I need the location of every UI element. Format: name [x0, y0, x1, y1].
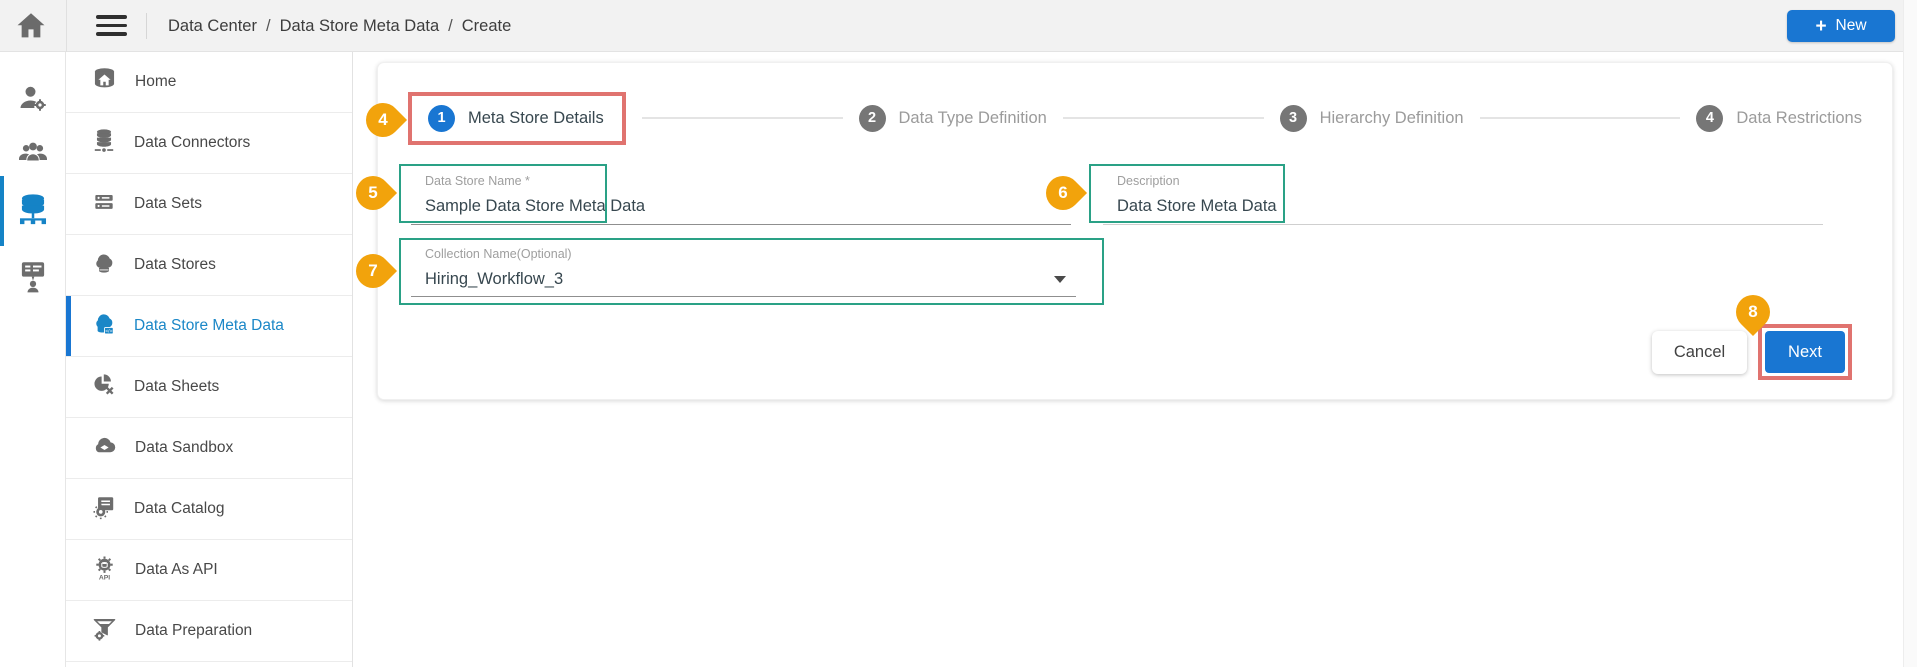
sidebar-item-data-preparation[interactable]: Data Preparation — [66, 601, 352, 662]
annotation-badge-8: 8 — [1728, 287, 1778, 337]
cloud-icon — [91, 433, 118, 464]
svg-text:API: API — [99, 574, 110, 581]
step-number-badge: 1 — [428, 104, 455, 132]
sidebar-nav: Home Data Connectors Data Sets Data Stor… — [66, 52, 353, 667]
sidebar-item-label: Data Sets — [134, 195, 203, 212]
step-label: Data Type Definition — [898, 108, 1047, 127]
step-label: Meta Store Details — [468, 108, 604, 127]
plus-icon: + — [1815, 15, 1827, 37]
training-board-icon[interactable] — [0, 248, 66, 304]
sidebar-item-data-catalog[interactable]: Data Catalog — [66, 479, 352, 540]
breadcrumb: Data Center / Data Store Meta Data / Cre… — [168, 0, 511, 52]
funnel-gear-icon — [91, 615, 118, 647]
user-groups-icon[interactable] — [0, 124, 66, 180]
cancel-button[interactable]: Cancel — [1652, 331, 1747, 374]
catalog-gear-icon — [91, 494, 117, 525]
collection-name-select[interactable]: Hiring_Workflow_3 — [425, 270, 563, 289]
description-underline — [1103, 224, 1823, 225]
step-hierarchy-definition[interactable]: 3 Hierarchy Definition — [1279, 104, 1464, 132]
description-label: Description — [1117, 174, 1180, 188]
sidebar-item-data-connectors[interactable]: Data Connectors — [66, 113, 352, 174]
sidebar-item-data-stores[interactable]: Data Stores — [66, 235, 352, 296]
sidebar-item-data-sandbox[interactable]: Data Sandbox — [66, 418, 352, 479]
cloud-database-code-icon: </> — [91, 311, 117, 342]
annotation-badge-4: 4 — [358, 95, 408, 145]
sidebar-item-data-sheets[interactable]: Data Sheets — [66, 357, 352, 418]
step-label: Hierarchy Definition — [1319, 108, 1464, 127]
app-window: Data Center / Data Store Meta Data / Cre… — [0, 0, 1917, 667]
new-button[interactable]: + New — [1787, 10, 1895, 42]
step-number-badge: 3 — [1279, 104, 1307, 132]
sidebar-item-label: Data As API — [135, 561, 218, 578]
data-store-name-underline — [411, 224, 1071, 225]
data-store-name-input[interactable]: Sample Data Store Meta Data — [425, 197, 645, 216]
step-data-restrictions[interactable]: 4 Data Restrictions — [1696, 104, 1862, 132]
sidebar-item-label: Home — [135, 73, 177, 90]
home-database-icon — [91, 66, 118, 98]
sidebar-item-label: Data Catalog — [134, 500, 225, 517]
breadcrumb-separator: / — [448, 16, 453, 35]
top-bar: Data Center / Data Store Meta Data / Cre… — [0, 0, 1917, 52]
sidebar-item-label: Data Store Meta Data — [134, 317, 284, 334]
user-settings-icon[interactable] — [0, 70, 66, 126]
annotation-box-step-1: 1 Meta Store Details — [408, 91, 626, 145]
server-stack-icon — [91, 189, 117, 220]
home-icon[interactable] — [13, 9, 53, 43]
breadcrumb-item-create: Create — [461, 16, 512, 35]
create-meta-store-card: 1 Meta Store Details 2 Data Type Definit… — [348, 62, 1893, 400]
breadcrumb-separator: / — [265, 16, 271, 35]
topbar-divider — [66, 0, 67, 52]
annotation-badge-5: 5 — [348, 168, 398, 218]
scrollbar-track[interactable] — [1903, 0, 1917, 667]
annotation-badge-7: 7 — [348, 246, 398, 296]
sidebar-item-home[interactable]: Home — [66, 52, 352, 113]
main-content: 1 Meta Store Details 2 Data Type Definit… — [348, 52, 1917, 667]
sidebar-item-data-as-api[interactable]: API Data As API — [66, 540, 352, 601]
sidebar-item-data-store-meta-data[interactable]: </> Data Store Meta Data — [66, 296, 352, 357]
sidebar-item-label: Data Stores — [134, 256, 216, 273]
new-button-label: New — [1835, 17, 1867, 34]
dropdown-caret-icon[interactable] — [1054, 276, 1066, 283]
next-button[interactable]: Next — [1765, 331, 1845, 373]
api-gear-icon: API — [91, 554, 118, 586]
breadcrumb-item-data-store-meta-data[interactable]: Data Store Meta Data — [280, 17, 440, 36]
step-data-type-definition[interactable]: 2 Data Type Definition — [858, 104, 1047, 132]
icon-rail — [0, 52, 66, 667]
sidebar-item-data-sets[interactable]: Data Sets — [66, 174, 352, 235]
sidebar-item-label: Data Connectors — [134, 134, 251, 151]
wizard-stepper: 1 Meta Store Details 2 Data Type Definit… — [408, 85, 1862, 151]
collection-name-underline — [411, 296, 1076, 297]
step-meta-store-details[interactable]: 1 Meta Store Details — [428, 104, 604, 132]
collection-name-label: Collection Name(Optional) — [425, 247, 572, 261]
cloud-database-icon — [91, 250, 117, 281]
database-network-icon — [91, 127, 117, 159]
menu-hamburger-icon[interactable] — [96, 15, 127, 37]
step-label: Data Restrictions — [1736, 108, 1862, 127]
description-input[interactable]: Data Store Meta Data — [1117, 197, 1277, 216]
stepper-connector — [1062, 117, 1264, 119]
stepper-connector — [641, 117, 843, 119]
breadcrumb-divider — [146, 13, 147, 39]
svg-text:</>: </> — [105, 328, 112, 334]
step-number-badge: 4 — [1696, 104, 1724, 132]
sidebar-item-label: Data Preparation — [135, 622, 253, 639]
data-center-server-icon[interactable] — [0, 182, 66, 238]
stepper-connector — [1479, 117, 1681, 119]
breadcrumb-item-data-center[interactable]: Data Center — [168, 17, 257, 36]
step-number-badge: 2 — [858, 104, 886, 132]
data-store-name-label: Data Store Name * — [425, 174, 530, 188]
sidebar-item-label: Data Sandbox — [135, 439, 234, 456]
sidebar-item-label: Data Sheets — [134, 378, 220, 395]
data-sheets-icon — [91, 372, 117, 403]
annotation-badge-6: 6 — [1038, 168, 1088, 218]
